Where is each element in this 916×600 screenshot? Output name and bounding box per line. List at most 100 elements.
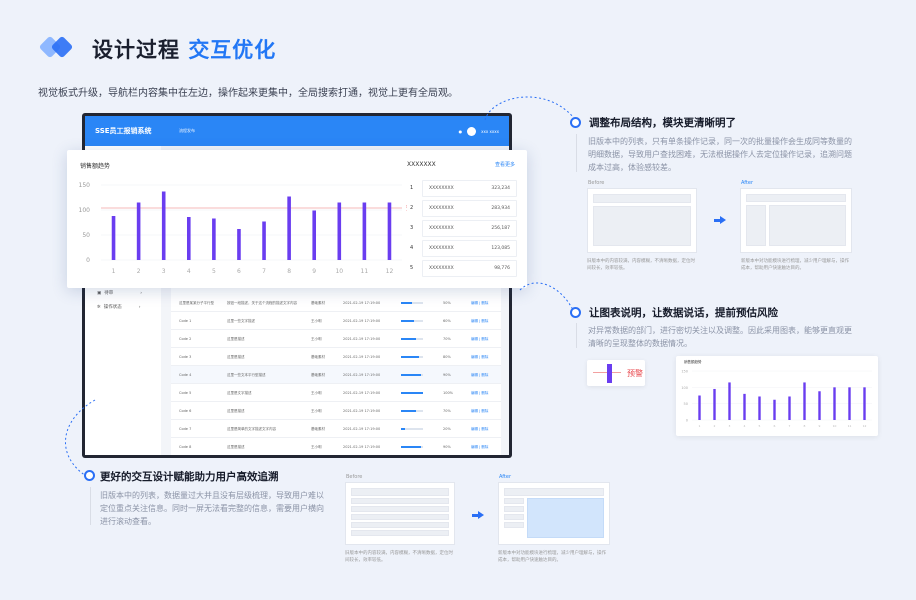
- table-cell: 这里是描述: [227, 445, 245, 449]
- x-tick-label: 6: [237, 268, 241, 275]
- progress-percent: 90%: [443, 445, 451, 449]
- y-tick-label: 150: [681, 370, 688, 374]
- chevron-right-icon: ›: [140, 290, 143, 296]
- table-cell: Code 8: [179, 445, 192, 449]
- before-caption: 旧版本中的内容较满，内容模糊，不清晰数据，定位时间较长，效率较低。: [587, 259, 695, 271]
- bar: [312, 210, 317, 260]
- app-brand: SSE员工报销系统: [95, 127, 152, 135]
- y-tick-label: 150: [79, 182, 91, 189]
- mini-chart-title: 销售额趋势: [684, 360, 702, 364]
- ranking-value: 323,234: [491, 186, 510, 191]
- table-cell: 王小明: [311, 391, 322, 395]
- bar: [728, 382, 731, 420]
- x-tick-label: 6: [774, 424, 776, 428]
- bar: [212, 218, 216, 260]
- row-actions[interactable]: 编辑 | 删除: [471, 391, 488, 396]
- x-tick-label: 7: [262, 268, 266, 275]
- section2-heading: 让图表说明，让数据说话，提前预估风险: [589, 307, 778, 319]
- page-title: 设计过程 交互优化: [92, 38, 277, 62]
- row-actions[interactable]: 编辑 | 删除: [471, 355, 488, 360]
- x-tick-label: 1: [699, 424, 701, 428]
- row-actions[interactable]: 编辑 | 删除: [471, 301, 488, 306]
- table-row[interactable]: 这里是某某分子平行型 按钮一段描述，关于这个流程的描述文字内容 基础素材 2021-0…: [171, 294, 501, 312]
- bar: [803, 382, 806, 420]
- row-actions[interactable]: 编辑 | 删除: [471, 337, 488, 342]
- table-cell: 基础素材: [311, 355, 325, 359]
- ranking-name: XXXXXXXX: [429, 266, 454, 271]
- ranking-value: 256,187: [491, 226, 510, 231]
- x-tick-label: 8: [804, 424, 806, 428]
- table-cell: 这里是文字描述: [227, 391, 252, 395]
- x-tick-label: 11: [361, 268, 369, 275]
- bell-icon[interactable]: ●: [459, 129, 463, 134]
- table-cell: 2021-02-19 17:19:00: [343, 319, 381, 323]
- table-cell: 2021-02-19 17:19:00: [343, 445, 381, 449]
- bar: [773, 399, 776, 420]
- progress-percent: 20%: [443, 427, 451, 431]
- nav-item[interactable]: 流程发布: [179, 128, 195, 134]
- mini-bar-chart: 0501001501 2 3 4 5 6 7 8 9 10 11 12: [681, 370, 872, 428]
- ranking-row[interactable]: XXXXXXXX 283,934: [422, 200, 517, 217]
- progress-bar: [401, 338, 423, 340]
- bar: [788, 396, 791, 420]
- ranking-value: 283,934: [491, 206, 510, 211]
- section3-text: 旧版本中的列表，数据量过大并且没有层级梳理，导致用户难以定位重点关注信息。同时一…: [100, 491, 324, 526]
- table-cell: Code 4: [179, 373, 192, 377]
- row-actions[interactable]: 编辑 | 删除: [471, 373, 488, 378]
- progress-bar: [401, 446, 423, 448]
- table-cell: 按钮一段描述，关于这个流程的描述文字内容: [227, 301, 297, 305]
- sales-bar-chart: 050100150123456789101112预警: [79, 182, 407, 275]
- view-more-link[interactable]: 查看更多: [495, 161, 515, 168]
- ranking-row[interactable]: XXXXXXXX 98,776: [422, 260, 517, 277]
- progress-percent: 70%: [443, 337, 451, 341]
- after-table-wireframe: [498, 482, 610, 545]
- ranking-value: 123,085: [491, 246, 510, 251]
- after-label: After: [499, 474, 512, 480]
- table-row[interactable]: Code 3 这里是描述 基础素材 2021-02-19 17:19:00 80% 编辑 …: [171, 348, 501, 366]
- mini-chart-card: 销售额趋势 0 50 100 150 1 2 3 4 5 6 7 8 9 10 11 12: [676, 356, 878, 436]
- table-cell: 2021-02-19 17:19:00: [343, 427, 381, 431]
- row-actions[interactable]: 编辑 | 删除: [471, 445, 488, 450]
- table-row[interactable]: Code 6 这里是描述 王小明 2021-02-19 17:19:00 70% 编辑 |…: [171, 402, 501, 420]
- row-actions[interactable]: 编辑 | 删除: [471, 319, 488, 324]
- ranking-row[interactable]: XXXXXXXX 123,085: [422, 240, 517, 257]
- x-tick-label: 10: [335, 268, 343, 275]
- after-caption: 新版本中对功能模块进行梳理，减少用户理解与，操作成本，帮助用户快速触达目的。: [741, 259, 849, 271]
- arrow-right-icon: [472, 511, 484, 519]
- progress-percent: 90%: [443, 373, 451, 377]
- arrow-right-icon: [714, 216, 726, 224]
- row-actions[interactable]: 编辑 | 删除: [471, 427, 488, 432]
- warning-sample: 预警: [587, 360, 645, 386]
- x-tick-label: 9: [819, 424, 821, 428]
- progress-bar: [401, 320, 423, 322]
- x-tick-label: 7: [789, 424, 791, 428]
- ranking-row[interactable]: XXXXXXXX 256,187: [422, 220, 517, 237]
- table-row[interactable]: Code 4 这里一些文本平行型描述 基础素材 2021-02-19 17:19:00…: [171, 366, 501, 384]
- table-row[interactable]: Code 8 这里是描述 王小明 2021-02-19 17:19:00 90% 编辑 |…: [171, 438, 501, 455]
- sidebar-item-pending[interactable]: ▣ 待审 ›: [97, 290, 143, 297]
- section1-text: 旧版本中的列表，只有单条操作记录，同一次的批量操作会生成同等数量的明细数据，导致…: [588, 137, 852, 172]
- x-tick-label: 1: [112, 268, 116, 275]
- row-actions[interactable]: 编辑 | 删除: [471, 409, 488, 414]
- warning-label: 预警: [406, 203, 407, 212]
- bar: [161, 191, 166, 260]
- sales-trend-card: 销售额趋势 XXXXXXX 查看更多 0 50 100 150 1 2 3 4 5 6 7 8 9 10 1…: [67, 150, 527, 288]
- user-name: xxx xxxx: [481, 128, 499, 134]
- before-label: Before: [346, 474, 363, 480]
- table-row[interactable]: Code 2 这里是描述 王小明 2021-02-19 17:19:00 70% 编辑 |…: [171, 330, 501, 348]
- ranking-row[interactable]: XXXXXXXX 323,234: [422, 180, 517, 197]
- table-cell: 这里是简单的文字描述文字内容: [227, 427, 276, 431]
- bar: [111, 216, 116, 260]
- x-tick-label: 11: [848, 424, 852, 428]
- gear-icon: ✲: [97, 304, 101, 310]
- table-row[interactable]: Code 1 这里一些文字描述 王小明 2021-02-19 17:19:00 60% 编…: [171, 312, 501, 330]
- avatar[interactable]: [467, 126, 477, 136]
- sidebar-item-status[interactable]: ✲ 操作状态 ›: [97, 304, 141, 311]
- after-caption: 新版本中对功能模块进行梳理，减少用户理解与，操作成本，帮助用户快速触达目的。: [498, 551, 606, 563]
- table-row[interactable]: Code 5 这里是文字描述 王小明 2021-02-19 17:19:00 100% 编…: [171, 384, 501, 402]
- table-row[interactable]: Code 7 这里是简单的文字描述文字内容 基础素材 2021-02-19 17:19…: [171, 420, 501, 438]
- x-tick-label: 9: [312, 268, 316, 275]
- ranking-title: XXXXXXX: [407, 161, 436, 168]
- x-tick-label: 12: [863, 424, 867, 428]
- progress-percent: 60%: [443, 319, 451, 323]
